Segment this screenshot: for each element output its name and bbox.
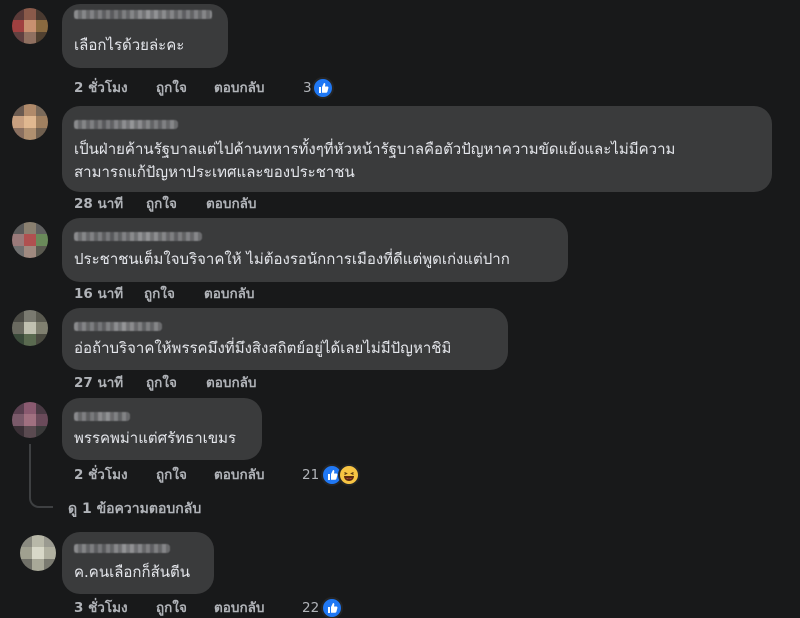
avatar[interactable]	[12, 8, 48, 44]
timestamp[interactable]: 3 ชั่วโมง	[74, 598, 128, 618]
reply-button[interactable]: ตอบกลับ	[214, 598, 264, 618]
like-button[interactable]: ถูกใจ	[156, 78, 187, 98]
author-name-redacted[interactable]	[74, 412, 130, 421]
comment-actions: 2 ชั่วโมง ถูกใจ ตอบกลับ 21	[74, 464, 374, 486]
comment-bubble: เป็นฝ่ายค้านรัฐบาลแต่ไปค้านทหารทั้งๆที่ห…	[62, 106, 772, 192]
comment-text: ประชาชนเต็มใจบริจาคให้ ไม่ต้องรอนักการเม…	[74, 250, 510, 268]
like-icon	[321, 597, 343, 618]
comment-actions: 16 นาที ถูกใจ ตอบกลับ	[74, 284, 314, 304]
timestamp[interactable]: 2 ชั่วโมง	[74, 78, 128, 98]
reply-button[interactable]: ตอบกลับ	[204, 284, 254, 304]
reply-button[interactable]: ตอบกลับ	[206, 194, 256, 214]
comment-bubble: ประชาชนเต็มใจบริจาคให้ ไม่ต้องรอนักการเม…	[62, 218, 568, 282]
comment-text-line-2: สามารถแก้ปัญหาประเทศและของประชาชน	[74, 163, 355, 181]
comment-text: อ่อถ้าบริจาคให้พรรคมึงที่มึงสิงสถิตย์อยู…	[74, 339, 452, 357]
avatar[interactable]	[12, 104, 48, 140]
author-name-redacted[interactable]	[74, 544, 170, 553]
comment-text: พรรคพม่าแต่ศรัทธาเขมร	[74, 429, 237, 447]
avatar[interactable]	[12, 222, 48, 258]
timestamp[interactable]: 27 นาที	[74, 373, 123, 393]
reaction-count[interactable]: 21	[302, 465, 319, 485]
author-name-redacted[interactable]	[74, 232, 202, 241]
comments-feed: เลือกไรด้วยล่ะคะ 2 ชั่วโมง ถูกใจ ตอบกลับ…	[0, 0, 800, 618]
avatar[interactable]	[12, 310, 48, 346]
comment-bubble: อ่อถ้าบริจาคให้พรรคมึงที่มึงสิงสถิตย์อยู…	[62, 308, 508, 370]
like-button[interactable]: ถูกใจ	[156, 598, 187, 618]
reaction-count[interactable]: 3	[303, 78, 312, 98]
thread-line	[29, 444, 31, 494]
like-icon	[312, 77, 334, 99]
like-button[interactable]: ถูกใจ	[156, 465, 187, 485]
comment-text: เลือกไรด้วยล่ะคะ	[74, 36, 185, 54]
author-name-redacted[interactable]	[74, 322, 162, 331]
timestamp[interactable]: 2 ชั่วโมง	[74, 465, 128, 485]
haha-icon	[338, 464, 360, 486]
reply-button[interactable]: ตอบกลับ	[214, 465, 264, 485]
comment-text: ค.คนเลือกก็ส้นตีน	[74, 563, 190, 581]
comment-actions: 3 ชั่วโมง ถูกใจ ตอบกลับ 22	[74, 597, 374, 618]
comment-bubble: พรรคพม่าแต่ศรัทธาเขมร	[62, 398, 262, 460]
reaction-count[interactable]: 22	[302, 598, 319, 618]
comment-bubble: เลือกไรด้วยล่ะคะ	[62, 4, 228, 68]
comment-actions: 2 ชั่วโมง ถูกใจ ตอบกลับ 3	[74, 77, 354, 99]
timestamp[interactable]: 28 นาที	[74, 194, 123, 214]
reply-button[interactable]: ตอบกลับ	[214, 78, 264, 98]
like-button[interactable]: ถูกใจ	[144, 284, 175, 304]
like-button[interactable]: ถูกใจ	[146, 194, 177, 214]
comment-text-line-1: เป็นฝ่ายค้านรัฐบาลแต่ไปค้านทหารทั้งๆที่ห…	[74, 140, 676, 158]
avatar[interactable]	[20, 535, 56, 571]
thread-connector	[29, 494, 53, 508]
reply-button[interactable]: ตอบกลับ	[206, 373, 256, 393]
author-name-redacted[interactable]	[74, 10, 212, 19]
comment-bubble: ค.คนเลือกก็ส้นตีน	[62, 532, 214, 594]
avatar[interactable]	[12, 402, 48, 438]
like-button[interactable]: ถูกใจ	[146, 373, 177, 393]
comment-actions: 28 นาที ถูกใจ ตอบกลับ	[74, 194, 314, 214]
view-replies-link[interactable]: ดู 1 ข้อความตอบกลับ	[68, 498, 201, 520]
timestamp[interactable]: 16 นาที	[74, 284, 123, 304]
author-name-redacted[interactable]	[74, 120, 178, 129]
comment-actions: 27 นาที ถูกใจ ตอบกลับ	[74, 373, 314, 393]
